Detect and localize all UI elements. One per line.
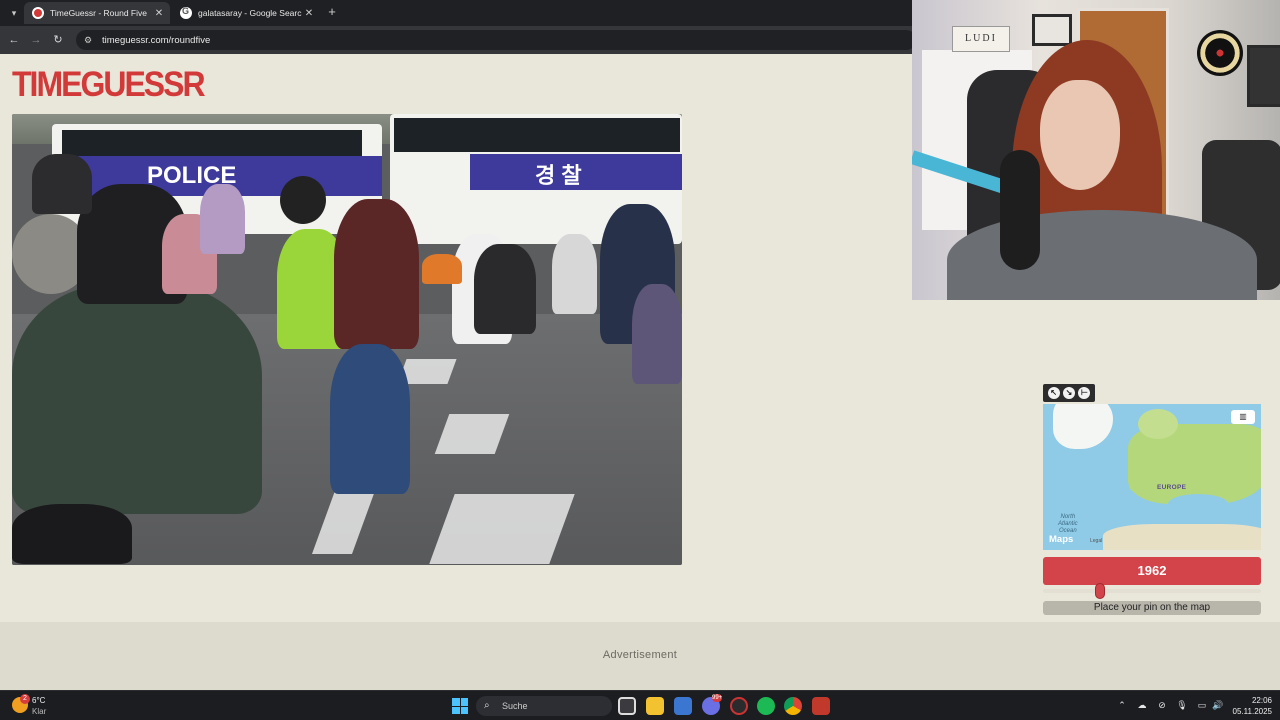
tab-timeguessr[interactable]: TimeGuessr - Round Five ✕ bbox=[24, 2, 170, 24]
reload-icon[interactable]: ↻ bbox=[50, 32, 66, 48]
tab-close-icon[interactable]: ✕ bbox=[152, 8, 166, 19]
chevron-up-icon[interactable]: ⌃ bbox=[1116, 699, 1128, 711]
photo-person-lilac-jacket bbox=[200, 184, 245, 254]
chrome-icon[interactable] bbox=[784, 697, 802, 715]
search-icon: ⌕ bbox=[484, 700, 490, 711]
photo-person-striped-shirt bbox=[552, 234, 597, 314]
timeguessr-logo[interactable]: TIMEGUESSR bbox=[12, 64, 206, 105]
webcam-microphone bbox=[1000, 150, 1040, 270]
photo-person-plaid-shirt bbox=[632, 284, 682, 384]
taskbar-search-box[interactable]: ⌕ Suche bbox=[476, 696, 612, 716]
address-bar[interactable]: ⚙ timeguessr.com/roundfive bbox=[76, 30, 916, 50]
map-africa-land bbox=[1103, 524, 1261, 550]
year-slider-handle[interactable] bbox=[1095, 583, 1105, 599]
obs-icon[interactable] bbox=[730, 697, 748, 715]
weather-condition[interactable]: Klar bbox=[32, 707, 46, 716]
photo-person-orange-vest bbox=[422, 254, 462, 284]
place-pin-button[interactable]: Place your pin on the map bbox=[1043, 601, 1261, 615]
microsoft-store-icon[interactable] bbox=[674, 697, 692, 715]
spotify-icon[interactable] bbox=[757, 697, 775, 715]
map-ocean-label: North Atlantic Ocean bbox=[1058, 514, 1078, 534]
photo-crosswalk-stripe bbox=[429, 494, 575, 564]
expand-map-icon[interactable]: ↖ bbox=[1047, 387, 1060, 399]
windows-start-icon[interactable] bbox=[452, 698, 468, 714]
taskbar-clock[interactable]: 22:06 05.11.2025 bbox=[1226, 695, 1272, 717]
photo-photographer bbox=[32, 154, 92, 214]
weather-temperature[interactable]: 6°C bbox=[32, 696, 45, 705]
webcam-overlay: LUDI bbox=[912, 0, 1280, 300]
map-iberia-land bbox=[1129, 474, 1147, 492]
file-explorer-icon[interactable] bbox=[646, 697, 664, 715]
photo-person-jeans bbox=[330, 344, 410, 494]
task-view-icon[interactable] bbox=[618, 697, 636, 715]
apple-maps-logo: Maps bbox=[1049, 534, 1074, 545]
shrink-map-icon[interactable]: ↘ bbox=[1062, 387, 1075, 399]
advertisement-area: Advertisement bbox=[0, 622, 1280, 690]
tab-title: galatasaray - Google Search bbox=[198, 8, 302, 18]
guess-map[interactable]: EUROPE North Atlantic Ocean Maps Legal ▥ bbox=[1043, 404, 1261, 550]
volume-icon[interactable]: 🔊 bbox=[1212, 699, 1224, 711]
photo-person-legs bbox=[12, 504, 132, 564]
photo-korean-police-text: 경 찰 bbox=[535, 163, 582, 188]
map-greenland bbox=[1053, 404, 1113, 449]
microphone-icon[interactable]: 🎙 bbox=[1176, 699, 1188, 711]
photo-person-backpack bbox=[474, 244, 536, 334]
photo-person-red-jacket bbox=[334, 199, 419, 349]
cloud-icon[interactable]: ☁ bbox=[1136, 699, 1148, 711]
forward-arrow-icon[interactable]: → bbox=[28, 32, 44, 48]
clock-time: 22:06 bbox=[1251, 696, 1272, 705]
round-photo: POLICE 경 찰 bbox=[12, 114, 682, 565]
webcam-picture-frame bbox=[1032, 14, 1072, 46]
map-region-label: EUROPE bbox=[1157, 484, 1187, 491]
taskbar: 2 6°C Klar ⌕ Suche 99+ ⌃ ☁ ⊘ 🎙 ▭ 🔊 22:06… bbox=[0, 690, 1280, 720]
year-display: 1962 bbox=[1043, 557, 1261, 585]
google-favicon-icon bbox=[180, 6, 192, 19]
map-mode-icon[interactable]: ▥ bbox=[1231, 410, 1255, 424]
pin-map-icon[interactable]: ⊢ bbox=[1078, 387, 1091, 399]
site-info-icon[interactable]: ⚙ bbox=[84, 35, 94, 45]
map-controls: ↖ ↘ ⊢ bbox=[1043, 384, 1095, 402]
year-slider-track[interactable] bbox=[1043, 589, 1261, 593]
tab-close-icon[interactable]: ✕ bbox=[302, 8, 316, 19]
taskbar-search-placeholder: Suche bbox=[502, 701, 528, 711]
tab-google-search[interactable]: galatasaray - Google Search ✕ bbox=[172, 2, 320, 24]
webcam-picture-frame bbox=[1247, 45, 1280, 107]
map-scandinavia-land bbox=[1138, 409, 1178, 439]
back-arrow-icon[interactable]: ← bbox=[6, 32, 22, 48]
photo-person-head bbox=[280, 176, 326, 224]
photo-person-green-hoodie bbox=[12, 284, 262, 514]
advertisement-label: Advertisement bbox=[602, 649, 678, 661]
webcam-sign: LUDI bbox=[952, 26, 1010, 52]
url-text: timeguessr.com/roundfive bbox=[102, 34, 211, 46]
tab-search-button[interactable]: ▾ bbox=[6, 5, 22, 21]
display-icon[interactable]: ▭ bbox=[1196, 699, 1208, 711]
discord-notification-badge: 99+ bbox=[712, 694, 723, 702]
webcam-person-sweater bbox=[947, 210, 1257, 300]
new-tab-plus-icon[interactable]: + bbox=[325, 4, 339, 20]
network-off-icon[interactable]: ⊘ bbox=[1156, 699, 1168, 711]
timeguessr-favicon-icon bbox=[32, 7, 44, 19]
clock-date: 05.11.2025 bbox=[1232, 707, 1272, 716]
weather-badge: 2 bbox=[20, 694, 30, 704]
webcam-dartboard bbox=[1197, 30, 1243, 76]
tab-title: TimeGuessr - Round Five bbox=[50, 8, 147, 18]
maps-legal-link[interactable]: Legal bbox=[1090, 538, 1102, 544]
app-icon[interactable] bbox=[812, 697, 830, 715]
map-mediterranean bbox=[1168, 494, 1228, 514]
webcam-person-face bbox=[1040, 80, 1120, 190]
